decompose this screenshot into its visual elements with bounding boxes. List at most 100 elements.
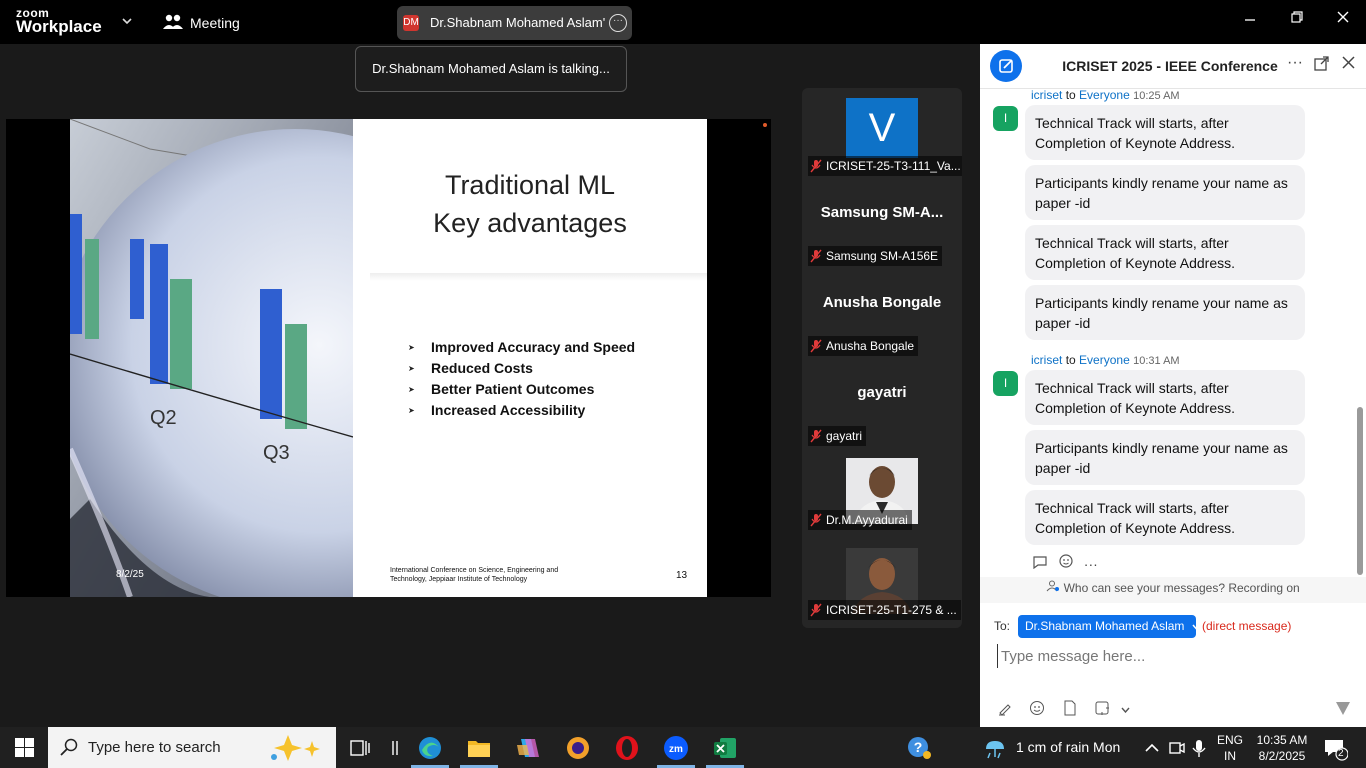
show-hidden-icons-chevron-icon[interactable]	[1143, 735, 1169, 761]
message-time: 10:31 AM	[1133, 355, 1180, 367]
opera-browser-icon[interactable]	[614, 735, 640, 761]
send-icon[interactable]	[1335, 700, 1351, 719]
sender-avatar[interactable]: I	[993, 106, 1018, 131]
bullet-arrow-icon: ➤	[408, 364, 415, 373]
recording-dot	[763, 123, 767, 127]
sender-name[interactable]: icriset	[1031, 89, 1062, 102]
minimize-icon[interactable]	[1235, 10, 1265, 29]
file-explorer-icon[interactable]	[466, 735, 492, 761]
mic-muted-icon	[810, 249, 822, 263]
screenshot-icon[interactable]	[1094, 700, 1110, 719]
taskbar-search-box[interactable]: Type here to search	[48, 727, 336, 768]
bullet-arrow-icon: ➤	[408, 343, 415, 352]
chat-message-list: icriset to Everyone 10:25 AM I Technical…	[980, 89, 1355, 577]
mic-muted-icon	[810, 159, 822, 173]
direct-message-note: (direct message)	[1202, 619, 1292, 633]
svg-text:?: ?	[914, 739, 923, 755]
more-actions-icon[interactable]: ···	[1084, 556, 1098, 572]
meeting-tab-label[interactable]: Meeting	[190, 15, 240, 31]
participant-label: Dr.M.Ayyadurai	[808, 510, 912, 530]
participant-tile[interactable]: Dr.M.Ayyadurai	[802, 458, 962, 548]
chat-more-icon[interactable]: ···	[1287, 54, 1303, 72]
clock[interactable]: 10:35 AM 8/2/2025	[1250, 732, 1314, 764]
input-language[interactable]: ENG IN	[1212, 732, 1248, 764]
format-text-icon[interactable]	[997, 700, 1013, 719]
edge-browser-icon[interactable]	[417, 735, 443, 761]
zoom-logo-workplace: Workplace	[16, 17, 102, 36]
mic-muted-icon	[810, 339, 822, 353]
participant-tile[interactable]: ICRISET-25-T1-275 & ...	[802, 548, 962, 638]
clock-date: 8/2/2025	[1258, 749, 1306, 763]
slide-date: 8/2/25	[116, 569, 144, 580]
weather-icon[interactable]	[982, 735, 1008, 761]
participant-display-name: Anusha Bongale	[822, 294, 942, 311]
privacy-notice[interactable]: Who can see your messages? Recording on	[980, 577, 1366, 603]
participant-tile[interactable]: V ICRISET-25-T3-111_Va...	[802, 88, 962, 178]
clock-time: 10:35 AM	[1256, 733, 1308, 747]
add-reaction-icon[interactable]	[1058, 554, 1078, 572]
slide-bullet: ➤ Improved Accuracy and Speed	[408, 337, 635, 358]
windows-start-icon[interactable]	[15, 738, 34, 762]
sender-avatar[interactable]: I	[993, 371, 1018, 396]
chart-label-q2: Q2	[150, 407, 177, 429]
chat-title: ICRISET 2025 - IEEE Conference	[1062, 58, 1278, 74]
slide-bullet: ➤ Reduced Costs	[408, 358, 635, 379]
chat-message[interactable]: Technical Track will starts, after Compl…	[1025, 225, 1305, 280]
chat-header: ICRISET 2025 - IEEE Conference ···	[980, 44, 1366, 89]
bullet-arrow-icon: ➤	[408, 385, 415, 394]
chat-scrollbar[interactable]	[1357, 407, 1363, 575]
shared-screen-view: Q2 Q3 Traditional ML Key advantages ➤ Imp…	[6, 119, 771, 597]
search-icon	[60, 738, 78, 756]
participant-tile[interactable]: Samsung SM-A... Samsung SM-A156E	[802, 178, 962, 268]
excel-icon[interactable]	[712, 735, 738, 761]
more-options-icon[interactable]: ···	[609, 14, 627, 32]
search-highlight-sparkle-icon	[271, 735, 320, 761]
emoji-icon[interactable]	[1029, 700, 1045, 719]
participant-tile[interactable]: Anusha Bongale Anusha Bongale	[802, 268, 962, 358]
help-icon[interactable]: ?	[906, 735, 932, 761]
chart-label-q3: Q3	[263, 442, 290, 464]
chat-message[interactable]: Participants kindly rename your name as …	[1025, 165, 1305, 220]
reply-icon[interactable]	[1032, 556, 1052, 572]
recipient-dropdown[interactable]: Dr.Shabnam Mohamed Aslam	[1018, 615, 1201, 638]
chat-message[interactable]: Technical Track will starts, after Compl…	[1025, 370, 1305, 425]
copilot-icon[interactable]	[515, 735, 541, 761]
chat-panel: ICRISET 2025 - IEEE Conference ··· icris…	[980, 44, 1366, 727]
participant-display-name: gayatri	[857, 384, 907, 401]
close-chat-icon[interactable]	[1342, 56, 1355, 74]
participant-label: Anusha Bongale	[808, 336, 919, 356]
weather-text[interactable]: 1 cm of rain Mon	[1016, 739, 1120, 755]
chat-message-input[interactable]	[997, 644, 1347, 668]
message-sender-line: icriset to Everyone 10:31 AM	[1031, 353, 1180, 367]
windows-taskbar: Type here to search zm ? 1 cm of rain Mo…	[0, 727, 1366, 768]
task-view-icon[interactable]	[348, 735, 374, 761]
pop-out-icon[interactable]	[1314, 56, 1329, 76]
compose-icon	[999, 59, 1013, 73]
speaker-avatar-badge: DM	[403, 15, 419, 31]
meeting-people-icon[interactable]	[163, 13, 183, 36]
participant-label: ICRISET-25-T1-275 & ...	[808, 600, 961, 620]
participant-label: gayatri	[808, 426, 867, 446]
zoom-app-icon[interactable]: zm	[663, 735, 689, 761]
screenshot-options-chevron-icon[interactable]	[1121, 700, 1130, 716]
new-chat-button[interactable]	[990, 50, 1022, 82]
chat-message[interactable]: Technical Track will starts, after Compl…	[1025, 105, 1305, 160]
chat-message[interactable]: Participants kindly rename your name as …	[1025, 430, 1305, 485]
file-attach-icon[interactable]	[1062, 700, 1078, 719]
meeting-area: Dr.Shabnam Mohamed Aslam is talking... Q…	[0, 44, 980, 727]
chat-message[interactable]: Participants kindly rename your name as …	[1025, 285, 1305, 340]
close-window-icon[interactable]	[1328, 10, 1358, 29]
notifications-icon[interactable]: 2	[1322, 735, 1349, 761]
slide-bullet: ➤ Increased Accessibility	[408, 400, 635, 421]
app-menu-chevron-icon[interactable]	[122, 14, 132, 28]
shared-screen-tab[interactable]: DM Dr.Shabnam Mohamed Aslam's screen ···	[397, 6, 632, 40]
message-time: 10:25 AM	[1133, 90, 1180, 102]
chat-message[interactable]: Technical Track will starts, after Compl…	[1025, 490, 1305, 545]
restore-icon[interactable]	[1282, 10, 1312, 29]
participant-tile[interactable]: gayatri gayatri	[802, 358, 962, 448]
to-label: To:	[994, 619, 1011, 633]
search-placeholder: Type here to search	[88, 739, 221, 756]
bullet-arrow-icon: ➤	[408, 406, 415, 415]
sender-name[interactable]: icriset	[1031, 353, 1062, 367]
brave-browser-icon[interactable]	[565, 735, 591, 761]
